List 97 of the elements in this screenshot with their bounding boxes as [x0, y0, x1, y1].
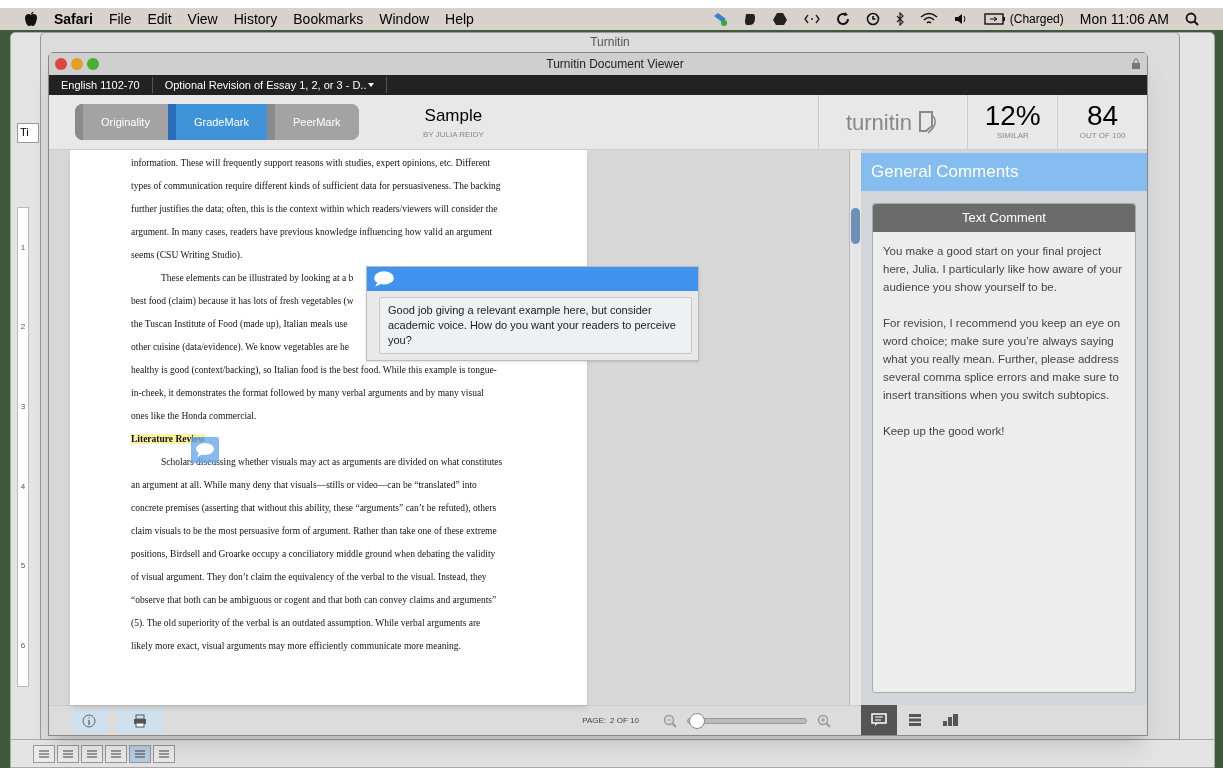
zoom-thumb[interactable] — [689, 712, 706, 729]
text-line: healthy is good (context/backing), so Italian food is the best food. While this example is tongue- — [131, 364, 497, 377]
window-title: Turnitin Document Viewer — [545, 56, 685, 73]
text-line: ones like the Honda commercial. — [131, 410, 257, 423]
lines-icon — [134, 748, 146, 759]
comment-bubble-icon — [195, 442, 215, 458]
lines-icon — [158, 748, 170, 759]
code-brackets-icon[interactable] — [803, 14, 820, 24]
text-line: further justifies the data; often, this is the context within which readers/viewers will consider the — [131, 203, 498, 216]
lines-icon — [62, 748, 74, 759]
wifi-icon[interactable] — [919, 12, 938, 26]
text-line: information. These will frequently support reasons with studies, expert opinions, etc. Different — [131, 157, 491, 170]
menu-item[interactable]: File — [108, 8, 132, 30]
zoom-button[interactable] — [87, 58, 99, 70]
text-line: the Tuscan Institute of Food (made up), Italian meals use — [131, 318, 348, 331]
page-label: PAGE: — [582, 714, 607, 727]
menu-item[interactable]: View — [187, 8, 218, 30]
view-mode-button[interactable] — [153, 744, 175, 763]
bluetooth-icon[interactable] — [895, 12, 904, 26]
text-line: of visual argument. They don’t claim the equivalency of the verbal to the visual. Instead, they — [131, 571, 487, 584]
breadcrumb-link[interactable]: English 1102-70 — [49, 76, 153, 94]
text-line: best food (claim) because it has lots of fresh vegetables (w — [131, 295, 354, 308]
text-line: in-cheek, it demonstrates the format followed by many verbal arguments and by many visual — [131, 387, 484, 400]
text-field[interactable]: Ti — [17, 123, 39, 143]
info-icon — [82, 713, 96, 728]
lock-icon — [1131, 58, 1141, 70]
breadcrumb-link[interactable]: Optional Revision of Essay 1, 2, or 3 - D.. — [152, 76, 388, 94]
caret-icon — [368, 82, 375, 88]
paper-title: Sample — [424, 105, 483, 128]
menu-item[interactable]: Window — [379, 8, 430, 30]
ruler-number: 2 — [20, 321, 26, 334]
text-line: concrete premises (asserting that without this ability, these “arguments” can’t be refuted), others — [131, 502, 497, 515]
printer-icon — [133, 713, 147, 728]
search-icon[interactable] — [1185, 12, 1199, 26]
panel-tab[interactable] — [861, 705, 897, 735]
history-icon[interactable] — [865, 12, 880, 26]
refresh-icon[interactable] — [835, 12, 850, 26]
comment-text[interactable]: Good job giving a relevant example here, but consider academic voice. How do you want your readers to perceive you? — [379, 297, 692, 354]
text-line: (5). The old superiority of the verbal is an outdated assumption. While verbal arguments are — [131, 617, 481, 630]
text-line: argument. In many cases, readers have previous knowledge influencing how valid an argument — [131, 226, 493, 239]
text-line: “observe that both can be ambiguous or cogent and that both can convey claims and arguments” — [131, 594, 497, 607]
ruler-number: 1 — [20, 241, 26, 254]
text-line: claim visuals to be the most persuasive form of argument. Rather than take one of these extreme — [131, 525, 497, 538]
print-button[interactable] — [117, 708, 163, 733]
lines-icon — [38, 748, 50, 759]
grade-score: 84 — [1087, 102, 1119, 130]
list-icon — [908, 713, 922, 727]
scroll-thumb[interactable] — [851, 208, 860, 244]
info-button[interactable] — [71, 708, 107, 733]
battery-status: (Charged) — [1009, 11, 1064, 28]
lines-icon — [110, 748, 122, 759]
volume-icon[interactable] — [953, 12, 968, 26]
bar-grid-icon — [942, 713, 960, 727]
grade-label: OUT OF 100 — [1079, 130, 1126, 142]
zoom-out-icon[interactable] — [663, 713, 677, 728]
view-mode-button[interactable] — [105, 744, 127, 763]
card-title: Text Comment — [962, 209, 1046, 228]
view-mode-button[interactable] — [81, 744, 103, 763]
view-mode-button[interactable] — [129, 744, 151, 763]
panel-title: General Comments — [871, 161, 1019, 184]
similarity-label: SIMILAR — [996, 130, 1029, 142]
zoom-in-icon[interactable] — [817, 713, 831, 728]
comment-icon — [871, 713, 887, 727]
view-mode-button[interactable] — [33, 744, 55, 763]
menu-item[interactable]: Help — [445, 8, 474, 30]
comment-paragraph: Keep up the good work! — [883, 424, 1006, 439]
text-line: These elements can be illustrated by looking at a b — [160, 272, 354, 285]
close-button[interactable] — [55, 58, 67, 70]
paper-author: BY JULIA REIDY — [423, 128, 484, 141]
ruler-number: 5 — [20, 560, 26, 573]
text-line: an argument at all. While many deny that visuals—stills or video—can be “translated” into — [131, 479, 477, 492]
zoom-slider[interactable] — [687, 712, 807, 729]
ruler-number: 4 — [20, 480, 26, 493]
text-line: Scholars discussing whether visuals may act as arguments are divided on what constitutes — [160, 456, 503, 469]
logo-text: turnitin — [845, 108, 912, 137]
comment-paragraph: You make a good start on your final project here, Julia. I particularly like how aware of your audience you show yourself to be. — [883, 244, 1124, 295]
window-title: Turnitin — [590, 34, 630, 51]
text-line: types of communication require different kinds of sufficient data for persuasiveness. The backing — [131, 180, 501, 193]
comment-bubble-icon — [373, 270, 395, 288]
apple-icon — [24, 11, 38, 27]
lines-icon — [86, 748, 98, 759]
text-line: seems (CSU Writing Studio). — [131, 249, 243, 262]
page-number: 2 OF 10 — [610, 714, 639, 727]
text-line: likely more exact, visual arguments may more efficiently communicate more meaning. — [131, 640, 461, 653]
text-line: other cuisine (data/evidence). We know vegetables are he — [131, 341, 349, 354]
ruler-number: 3 — [20, 401, 26, 414]
view-mode-button[interactable] — [57, 744, 79, 763]
ruler-number: 6 — [20, 640, 26, 653]
menu-item[interactable]: Edit — [147, 8, 172, 30]
battery-icon[interactable] — [983, 13, 1006, 25]
similarity-score: 12% — [984, 102, 1041, 130]
comment-paragraph: For revision, I recommend you keep an eye on word choice; make sure you’re always saying what you really mean. Further, please address several comma splice errors and make sure to insert transitions when you switch subtopics. — [883, 316, 1122, 403]
menu-item[interactable]: Bookmarks — [293, 8, 364, 30]
menu-item[interactable]: History — [233, 8, 278, 30]
text-line: positions, Birdsell and Groarke occupy a conciliatory middle ground when debating the validity — [131, 548, 496, 561]
app-menu[interactable]: Safari — [54, 8, 93, 30]
menu-clock[interactable]: Mon 11:06 AM — [1079, 8, 1169, 30]
